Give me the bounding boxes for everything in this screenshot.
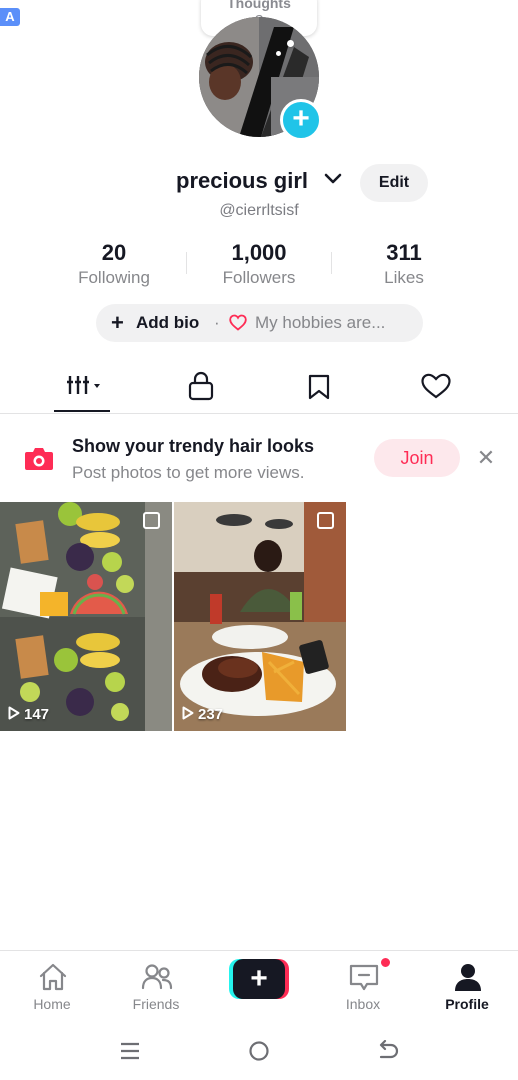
chevron-down-icon[interactable] bbox=[323, 172, 343, 186]
stat-likes-label: Likes bbox=[384, 268, 424, 287]
inbox-icon bbox=[349, 964, 379, 991]
friends-icon bbox=[141, 964, 173, 990]
tab-videos[interactable] bbox=[52, 364, 112, 412]
nav-friends-label: Friends bbox=[132, 996, 180, 1012]
play-icon bbox=[182, 706, 194, 720]
plus-icon: + bbox=[111, 310, 124, 335]
stat-followers-label: Followers bbox=[222, 268, 296, 287]
close-icon[interactable]: ✕ bbox=[474, 446, 498, 470]
nav-home-label: Home bbox=[33, 996, 71, 1012]
add-bio-button[interactable]: + Add bio · My hobbies are... bbox=[96, 304, 423, 342]
recent-apps-icon[interactable] bbox=[118, 1040, 142, 1062]
bookmark-icon bbox=[308, 374, 330, 400]
plus-icon: + bbox=[292, 102, 310, 135]
grid-icon bbox=[67, 376, 100, 394]
profile-stats: 20 Following 1,000 Followers 311 Likes bbox=[0, 240, 518, 290]
system-nav-bar bbox=[0, 1024, 518, 1080]
stat-followers-value: 1,000 bbox=[231, 240, 287, 265]
tab-private[interactable] bbox=[172, 364, 232, 412]
view-count: 237 bbox=[182, 706, 223, 723]
active-tab-indicator bbox=[54, 410, 110, 412]
video-thumbnail bbox=[174, 502, 346, 731]
view-count-value: 147 bbox=[24, 706, 50, 723]
thought-bubble-dot-small bbox=[276, 51, 281, 56]
profile-name-row: precious girl Edit bbox=[0, 164, 518, 202]
stat-following-value: 20 bbox=[101, 240, 127, 265]
stat-followers[interactable]: 1,000 Followers bbox=[199, 240, 319, 289]
bio-separator: · bbox=[214, 313, 220, 332]
camera-icon bbox=[25, 448, 53, 470]
view-count-value: 237 bbox=[198, 706, 224, 723]
plus-icon: + bbox=[233, 959, 285, 999]
heart-icon bbox=[421, 373, 451, 399]
promo-banner[interactable]: Show your trendy hair looks Post photos … bbox=[0, 426, 518, 492]
promo-subtitle: Post photos to get more views. bbox=[72, 463, 305, 482]
profile-icon bbox=[455, 964, 481, 991]
tab-favorites[interactable] bbox=[290, 364, 350, 412]
stat-divider bbox=[331, 252, 332, 274]
select-checkbox[interactable] bbox=[317, 512, 334, 529]
view-count: 147 bbox=[8, 706, 49, 723]
content-tabs bbox=[0, 364, 518, 414]
tab-liked[interactable] bbox=[406, 364, 466, 412]
thought-bubble-title: Thoughts bbox=[227, 0, 291, 11]
edit-profile-button[interactable]: Edit bbox=[360, 164, 428, 202]
stat-following[interactable]: 20 Following bbox=[54, 240, 174, 289]
video-tile[interactable]: 237 bbox=[174, 502, 346, 731]
add-avatar-button[interactable]: + bbox=[280, 99, 322, 141]
bottom-nav: Home Friends + Inbox Profile bbox=[0, 950, 518, 1022]
nav-inbox[interactable]: Inbox bbox=[318, 951, 408, 1021]
stat-likes-value: 311 bbox=[386, 240, 422, 265]
thought-bubble-dot bbox=[287, 40, 294, 47]
stat-following-label: Following bbox=[78, 268, 150, 287]
nav-home[interactable]: Home bbox=[7, 951, 97, 1021]
stat-likes[interactable]: 311 Likes bbox=[344, 240, 464, 289]
heart-icon bbox=[229, 314, 247, 331]
video-tile[interactable]: 147 bbox=[0, 502, 172, 731]
join-button[interactable]: Join bbox=[374, 439, 460, 477]
username: @cierrltsisf bbox=[219, 202, 299, 219]
stat-divider bbox=[186, 252, 187, 274]
create-button[interactable]: + bbox=[229, 959, 289, 999]
promo-title: Show your trendy hair looks bbox=[72, 436, 315, 456]
video-grid: 147 237 bbox=[0, 502, 518, 732]
display-name[interactable]: precious girl bbox=[176, 168, 308, 194]
notification-dot bbox=[380, 957, 391, 968]
nav-profile[interactable]: Profile bbox=[422, 951, 512, 1021]
select-checkbox[interactable] bbox=[143, 512, 160, 529]
play-icon bbox=[8, 706, 20, 720]
back-icon[interactable] bbox=[376, 1040, 400, 1062]
home-circle-icon[interactable] bbox=[247, 1040, 271, 1062]
nav-inbox-label: Inbox bbox=[345, 996, 381, 1012]
home-icon bbox=[39, 963, 67, 991]
video-thumbnail bbox=[0, 502, 172, 731]
app-badge-icon: A bbox=[0, 8, 20, 26]
nav-friends[interactable]: Friends bbox=[111, 951, 201, 1021]
nav-profile-label: Profile bbox=[445, 996, 489, 1012]
add-bio-label: Add bio bbox=[136, 313, 200, 332]
hobbies-label: My hobbies are... bbox=[255, 313, 386, 332]
lock-icon bbox=[188, 371, 214, 401]
